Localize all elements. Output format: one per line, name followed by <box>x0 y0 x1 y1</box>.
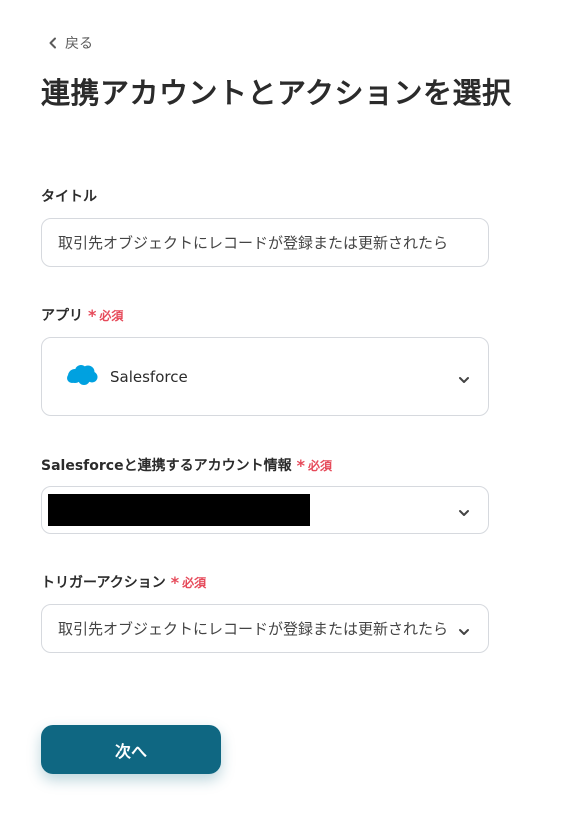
account-label-text: Salesforceと連携するアカウント情報 <box>41 458 292 474</box>
required-asterisk-icon: * <box>88 305 97 325</box>
chevron-down-icon <box>458 371 470 390</box>
account-field-label: Salesforceと連携するアカウント情報 * 必須 <box>41 455 332 475</box>
next-button[interactable]: 次へ <box>41 725 221 774</box>
title-field-label: タイトル <box>41 186 97 206</box>
chevron-left-icon <box>48 37 58 49</box>
required-label: 必須 <box>99 308 124 323</box>
page-title: 連携アカウントとアクションを選択 <box>41 76 512 110</box>
back-link[interactable]: 戻る <box>48 33 93 53</box>
salesforce-cloud-icon <box>66 364 98 390</box>
trigger-label-text: トリガーアクション <box>41 575 166 591</box>
app-field-label: アプリ * 必須 <box>41 305 123 325</box>
app-label-text: アプリ <box>41 308 83 324</box>
account-select[interactable] <box>41 486 489 534</box>
back-label: 戻る <box>65 36 93 52</box>
required-asterisk-icon: * <box>296 455 305 475</box>
chevron-down-icon <box>458 623 470 642</box>
chevron-down-icon <box>458 504 470 523</box>
app-select[interactable]: Salesforce <box>41 337 489 416</box>
trigger-action-select[interactable]: 取引先オブジェクトにレコードが登録または更新されたら <box>41 604 489 653</box>
required-label: 必須 <box>307 458 332 473</box>
redacted-account-value <box>48 494 310 526</box>
required-label: 必須 <box>182 575 207 590</box>
app-name: Salesforce <box>110 367 188 386</box>
required-asterisk-icon: * <box>170 572 180 592</box>
trigger-field-label: トリガーアクション * 必須 <box>41 572 206 592</box>
trigger-action-value: 取引先オブジェクトにレコードが登録または更新されたら <box>58 620 449 638</box>
title-input[interactable]: 取引先オブジェクトにレコードが登録または更新されたら <box>41 218 489 267</box>
title-label-text: タイトル <box>41 189 97 205</box>
